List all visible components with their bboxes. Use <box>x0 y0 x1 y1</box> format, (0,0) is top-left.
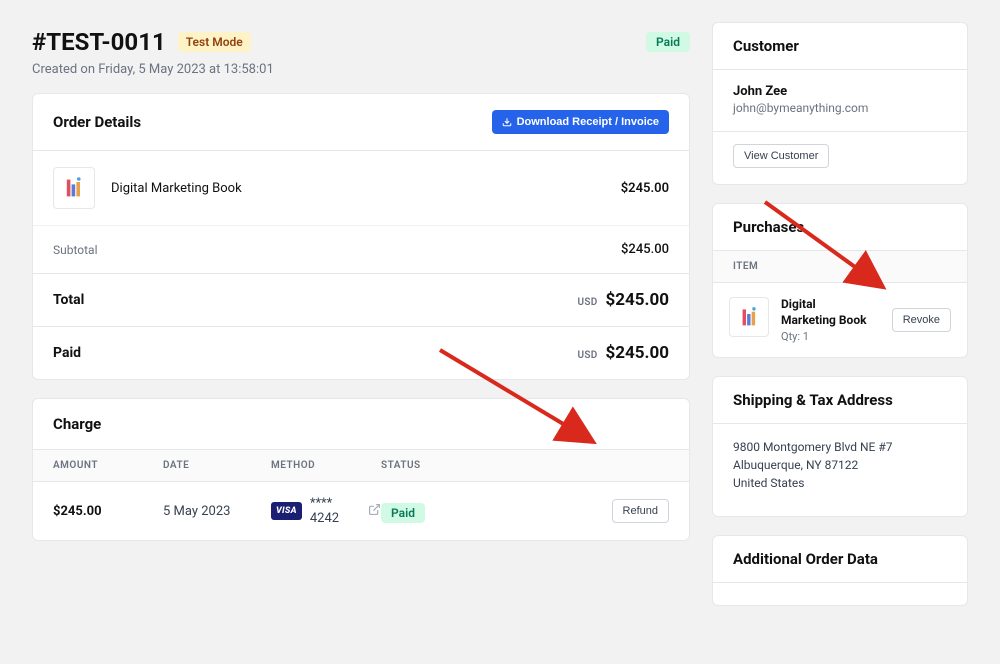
shipping-line1: 9800 Montgomery Blvd NE #7 <box>733 438 947 456</box>
customer-title: Customer <box>733 37 799 55</box>
subtotal-amount: $245.00 <box>621 242 669 257</box>
charge-amount: $245.00 <box>53 504 163 519</box>
charge-table-head: AMOUNT DATE METHOD STATUS <box>33 449 689 482</box>
order-details-title: Order Details <box>53 113 141 131</box>
product-thumbnail <box>53 167 95 209</box>
refund-button[interactable]: Refund <box>612 499 669 523</box>
customer-panel: Customer John Zee john@bymeanything.com … <box>712 22 968 185</box>
test-mode-badge: Test Mode <box>178 32 251 52</box>
subtotal-row: Subtotal $245.00 <box>33 225 689 273</box>
order-details-panel: Order Details Download Receipt / Invoice… <box>32 93 690 380</box>
download-receipt-label: Download Receipt / Invoice <box>517 116 659 128</box>
order-created-text: Created on Friday, 5 May 2023 at 13:58:0… <box>32 62 690 77</box>
col-status-header: STATUS <box>381 460 491 471</box>
charge-row: $245.00 5 May 2023 VISA **** 4242 Paid R… <box>33 482 689 540</box>
total-amount: $245.00 <box>606 290 669 310</box>
total-label: Total <box>53 292 84 308</box>
purchases-title: Purchases <box>733 218 804 236</box>
charge-panel: Charge AMOUNT DATE METHOD STATUS $245.00… <box>32 398 690 541</box>
total-currency: USD <box>577 297 597 308</box>
charge-status-badge: Paid <box>381 503 425 523</box>
subtotal-label: Subtotal <box>53 243 98 257</box>
shipping-panel: Shipping & Tax Address 9800 Montgomery B… <box>712 376 968 517</box>
purchases-panel: Purchases ITEM Digital Marketing Book Qt… <box>712 203 968 358</box>
view-customer-button[interactable]: View Customer <box>733 144 829 168</box>
paid-amount: $245.00 <box>606 343 669 363</box>
col-date-header: DATE <box>163 460 271 471</box>
customer-name: John Zee <box>733 84 947 99</box>
purchase-thumbnail <box>729 297 769 337</box>
paid-row: Paid USD $245.00 <box>33 326 689 379</box>
charge-title: Charge <box>53 415 101 433</box>
shipping-line3: United States <box>733 474 947 492</box>
shipping-title: Shipping & Tax Address <box>733 391 893 409</box>
purchase-item-name: Digital Marketing Book <box>781 297 871 328</box>
card-brand-badge: VISA <box>271 502 302 520</box>
paid-badge: Paid <box>646 32 690 52</box>
order-header: #TEST-0011 Test Mode Paid Created on Fri… <box>32 0 690 93</box>
card-last4: **** 4242 <box>310 496 360 526</box>
col-method-header: METHOD <box>271 460 381 471</box>
line-item-name: Digital Marketing Book <box>111 181 242 196</box>
purchases-item-header: ITEM <box>713 250 967 283</box>
additional-title: Additional Order Data <box>733 550 878 568</box>
line-item-row: Digital Marketing Book $245.00 <box>33 151 689 225</box>
purchase-item-qty: Qty: 1 <box>781 330 871 343</box>
col-amount-header: AMOUNT <box>53 460 163 471</box>
paid-label: Paid <box>53 345 81 361</box>
total-row: Total USD $245.00 <box>33 273 689 326</box>
revoke-button[interactable]: Revoke <box>892 308 951 332</box>
line-item-amount: $245.00 <box>621 181 669 196</box>
shipping-line2: Albuquerque, NY 87122 <box>733 456 947 474</box>
order-id: #TEST-0011 <box>32 28 166 56</box>
additional-data-panel: Additional Order Data <box>712 535 968 606</box>
paid-currency: USD <box>577 350 597 361</box>
external-link-icon[interactable] <box>368 503 381 520</box>
customer-email: john@bymeanything.com <box>733 101 947 115</box>
download-icon <box>502 117 512 127</box>
charge-date: 5 May 2023 <box>163 504 271 519</box>
download-receipt-button[interactable]: Download Receipt / Invoice <box>492 110 669 134</box>
purchase-row: Digital Marketing Book Qty: 1 Revoke <box>713 283 967 357</box>
